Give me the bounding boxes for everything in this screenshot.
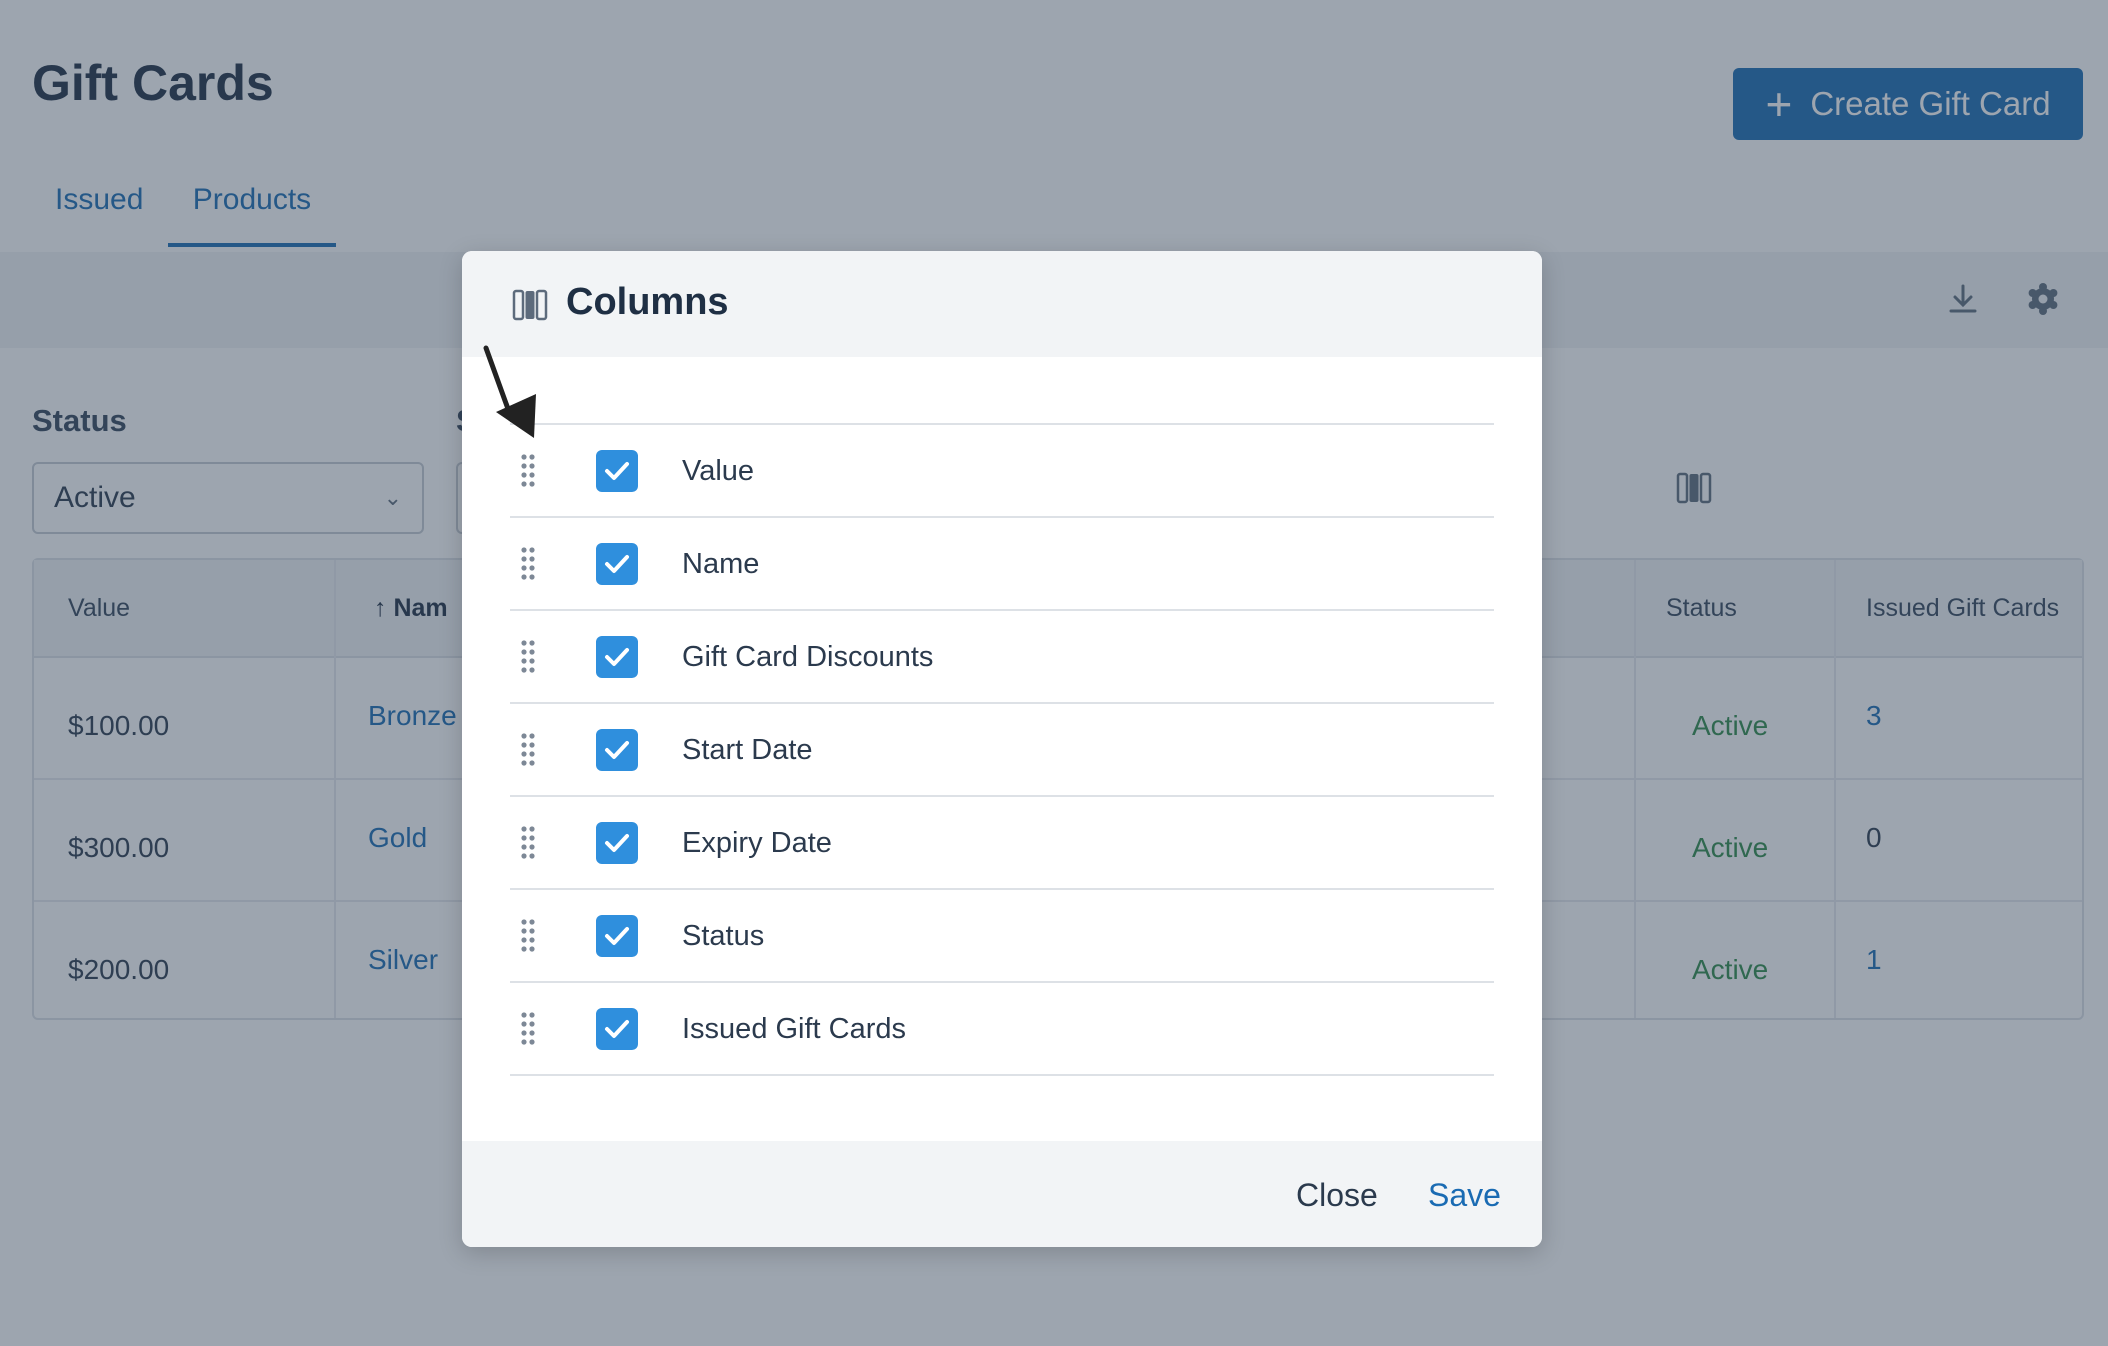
drag-handle-icon[interactable] bbox=[520, 546, 536, 580]
annotation-arrow-icon bbox=[478, 342, 548, 452]
column-row-issued-gift-cards: Issued Gift Cards bbox=[510, 983, 1494, 1076]
column-checkbox[interactable] bbox=[596, 915, 638, 957]
column-row-value: Value bbox=[510, 425, 1494, 518]
modal-header: Columns bbox=[462, 251, 1542, 357]
column-label: Start Date bbox=[682, 734, 813, 766]
column-label: Status bbox=[682, 920, 765, 952]
drag-handle-icon[interactable] bbox=[520, 732, 536, 766]
column-label: Issued Gift Cards bbox=[682, 1013, 907, 1045]
column-checkbox[interactable] bbox=[596, 636, 638, 678]
column-checkbox[interactable] bbox=[596, 729, 638, 771]
column-list: Value Name Gift Card Discounts Start Dat… bbox=[510, 423, 1494, 1076]
column-row-name: Name bbox=[510, 518, 1494, 611]
modal-footer: Close Save bbox=[462, 1141, 1542, 1247]
column-row-status: Status bbox=[510, 890, 1494, 983]
close-button[interactable]: Close bbox=[1296, 1177, 1378, 1214]
column-checkbox[interactable] bbox=[596, 543, 638, 585]
drag-handle-icon[interactable] bbox=[520, 1011, 536, 1045]
column-row-expiry-date: Expiry Date bbox=[510, 797, 1494, 890]
column-label: Expiry Date bbox=[682, 827, 832, 859]
columns-icon bbox=[512, 287, 548, 323]
column-checkbox[interactable] bbox=[596, 822, 638, 864]
column-label: Name bbox=[682, 548, 760, 580]
column-checkbox[interactable] bbox=[596, 450, 638, 492]
drag-handle-icon[interactable] bbox=[520, 639, 536, 673]
column-row-start-date: Start Date bbox=[510, 704, 1494, 797]
columns-modal: Columns Value Name Gift Card Discounts S… bbox=[462, 251, 1542, 1247]
column-row-gift-card-discounts: Gift Card Discounts bbox=[510, 611, 1494, 704]
drag-handle-icon[interactable] bbox=[520, 825, 536, 859]
modal-title: Columns bbox=[566, 281, 729, 323]
column-label: Value bbox=[682, 455, 755, 487]
drag-handle-icon[interactable] bbox=[520, 918, 536, 952]
drag-handle-icon[interactable] bbox=[520, 453, 536, 487]
save-button[interactable]: Save bbox=[1428, 1177, 1501, 1214]
column-label: Gift Card Discounts bbox=[682, 641, 934, 673]
column-checkbox[interactable] bbox=[596, 1008, 638, 1050]
